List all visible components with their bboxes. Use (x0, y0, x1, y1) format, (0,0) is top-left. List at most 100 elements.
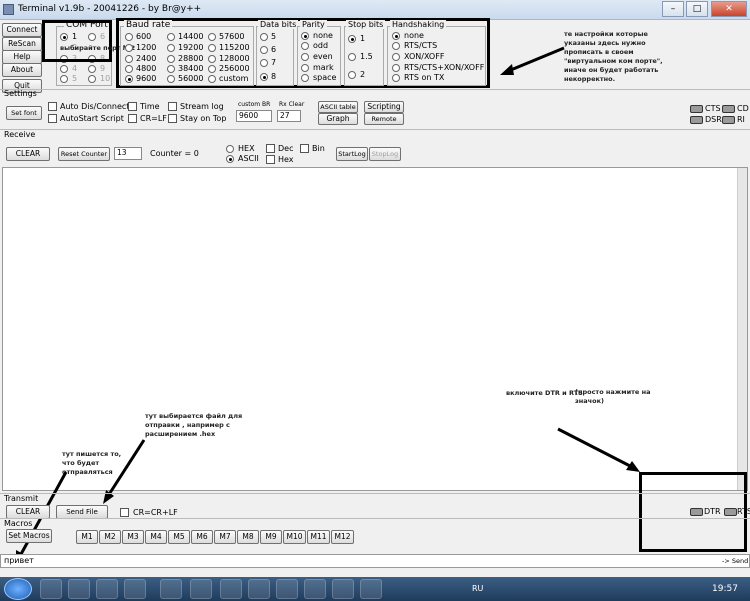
baud-28800-radio[interactable] (167, 55, 175, 63)
taskbar-app5-icon[interactable] (160, 579, 182, 599)
baud-256000-radio[interactable] (208, 65, 216, 73)
send-file-button[interactable]: Send File (56, 505, 108, 519)
macro-m9-button[interactable]: M9 (260, 530, 282, 544)
connect-button[interactable]: Connect (2, 23, 42, 37)
taskbar-app3-icon[interactable] (96, 579, 118, 599)
taskbar-app6-icon[interactable] (190, 579, 212, 599)
baud-19200-radio[interactable] (167, 44, 175, 52)
macro-m2-button[interactable]: M2 (99, 530, 121, 544)
auto-dis-connect-checkbox[interactable] (48, 102, 57, 111)
handshake-xonxoff-radio[interactable] (392, 53, 400, 61)
receive-ascii-radio[interactable] (226, 155, 234, 163)
help-button[interactable]: Help (2, 50, 42, 64)
parity-none-radio[interactable] (301, 32, 309, 40)
taskbar-app9-icon[interactable] (276, 579, 298, 599)
taskbar-skype-icon[interactable] (248, 579, 270, 599)
cr-lf-checkbox[interactable] (128, 114, 137, 123)
baud-custom-radio[interactable] (208, 75, 216, 83)
com-port-5-radio[interactable] (60, 75, 68, 83)
stay-on-top-checkbox[interactable] (168, 114, 177, 123)
data-bits-5-radio[interactable] (260, 33, 268, 41)
stop-bits-2-radio[interactable] (348, 71, 356, 79)
maximize-button[interactable]: □ (686, 1, 708, 17)
dtr-led-icon[interactable] (690, 508, 703, 516)
cr-crlf-checkbox[interactable] (120, 508, 129, 517)
stream-log-checkbox[interactable] (168, 102, 177, 111)
close-button[interactable]: ✕ (711, 1, 747, 17)
macro-m7-button[interactable]: M7 (214, 530, 236, 544)
baud-14400-radio[interactable] (167, 33, 175, 41)
baud-56000-radio[interactable] (167, 75, 175, 83)
set-font-button[interactable]: Set font (6, 106, 42, 120)
parity-mark-radio[interactable] (301, 64, 309, 72)
receive-hex-radio[interactable] (226, 145, 234, 153)
baud-2400-radio[interactable] (125, 55, 133, 63)
taskbar-app2-icon[interactable] (68, 579, 90, 599)
stop-bits-1-5-radio[interactable] (348, 53, 356, 61)
handshake-rtscts-radio[interactable] (392, 42, 400, 50)
baud-57600-radio[interactable] (208, 33, 216, 41)
com-port-9-radio[interactable] (88, 65, 96, 73)
start-log-button[interactable]: StartLog (336, 147, 368, 161)
ascii-table-button[interactable]: ASCII table (318, 101, 358, 113)
macro-m10-button[interactable]: M10 (283, 530, 306, 544)
macro-m5-button[interactable]: M5 (168, 530, 190, 544)
handshake-rts-on-tx-radio[interactable] (392, 74, 400, 82)
data-bits-6-radio[interactable] (260, 46, 268, 54)
baud-38400-radio[interactable] (167, 65, 175, 73)
com-port-4-radio[interactable] (60, 65, 68, 73)
taskbar-app4-icon[interactable] (124, 579, 146, 599)
macro-m6-button[interactable]: M6 (191, 530, 213, 544)
custom-br-input[interactable]: 9600 (236, 110, 272, 122)
graph-button[interactable]: Graph (318, 113, 358, 125)
parity-odd-radio[interactable] (301, 42, 309, 50)
stop-log-button[interactable]: StopLog (369, 147, 401, 161)
baud-4800-radio[interactable] (125, 65, 133, 73)
transmit-input[interactable]: привет (4, 556, 34, 565)
macro-m11-button[interactable]: M11 (307, 530, 330, 544)
transmit-clear-button[interactable]: CLEAR (6, 505, 50, 519)
receive-scrollbar[interactable] (737, 168, 747, 490)
language-indicator[interactable]: RU (472, 584, 483, 593)
handshake-none-radio[interactable] (392, 32, 400, 40)
taskbar-app7-icon[interactable] (220, 579, 242, 599)
com-port-10-radio[interactable] (88, 75, 96, 83)
hex-checkbox[interactable] (266, 155, 275, 164)
macro-m3-button[interactable]: M3 (122, 530, 144, 544)
autostart-script-checkbox[interactable] (48, 114, 57, 123)
macro-m4-button[interactable]: M4 (145, 530, 167, 544)
counter-input[interactable]: 13 (114, 147, 142, 160)
taskbar-app10-icon[interactable] (304, 579, 326, 599)
receive-clear-button[interactable]: CLEAR (6, 147, 50, 161)
data-bits-8-radio[interactable] (260, 73, 268, 81)
parity-space-radio[interactable] (301, 74, 309, 82)
handshake-rtscts-xonxoff-radio[interactable] (392, 64, 400, 72)
bin-checkbox[interactable] (300, 144, 309, 153)
data-bits-7-radio[interactable] (260, 59, 268, 67)
parity-even-radio[interactable] (301, 53, 309, 61)
baud-9600-radio[interactable] (125, 75, 133, 83)
baud-115200-radio[interactable] (208, 44, 216, 52)
rts-led-icon[interactable] (724, 508, 737, 516)
rx-clear-input[interactable]: 27 (277, 110, 301, 122)
start-button[interactable] (4, 578, 32, 600)
macro-m12-button[interactable]: M12 (331, 530, 354, 544)
stop-bits-1-radio[interactable] (348, 35, 356, 43)
clock[interactable]: 19:57 (712, 584, 738, 594)
rescan-button[interactable]: ReScan (2, 37, 42, 51)
taskbar-app12-icon[interactable] (360, 579, 382, 599)
reset-counter-button[interactable]: Reset Counter (58, 147, 110, 161)
macro-m8-button[interactable]: M8 (237, 530, 259, 544)
macro-m1-button[interactable]: M1 (76, 530, 98, 544)
baud-128000-radio[interactable] (208, 55, 216, 63)
remote-button[interactable]: Remote (364, 113, 404, 125)
minimize-button[interactable]: – (662, 1, 684, 17)
taskbar-explorer-icon[interactable] (40, 579, 62, 599)
scripting-button[interactable]: Scripting (364, 101, 404, 113)
baud-600-radio[interactable] (125, 33, 133, 41)
send-button[interactable]: -> Send (722, 557, 748, 565)
set-macros-button[interactable]: Set Macros (6, 529, 52, 543)
baud-1200-radio[interactable] (125, 44, 133, 52)
dec-checkbox[interactable] (266, 144, 275, 153)
about-button[interactable]: About (2, 63, 42, 77)
